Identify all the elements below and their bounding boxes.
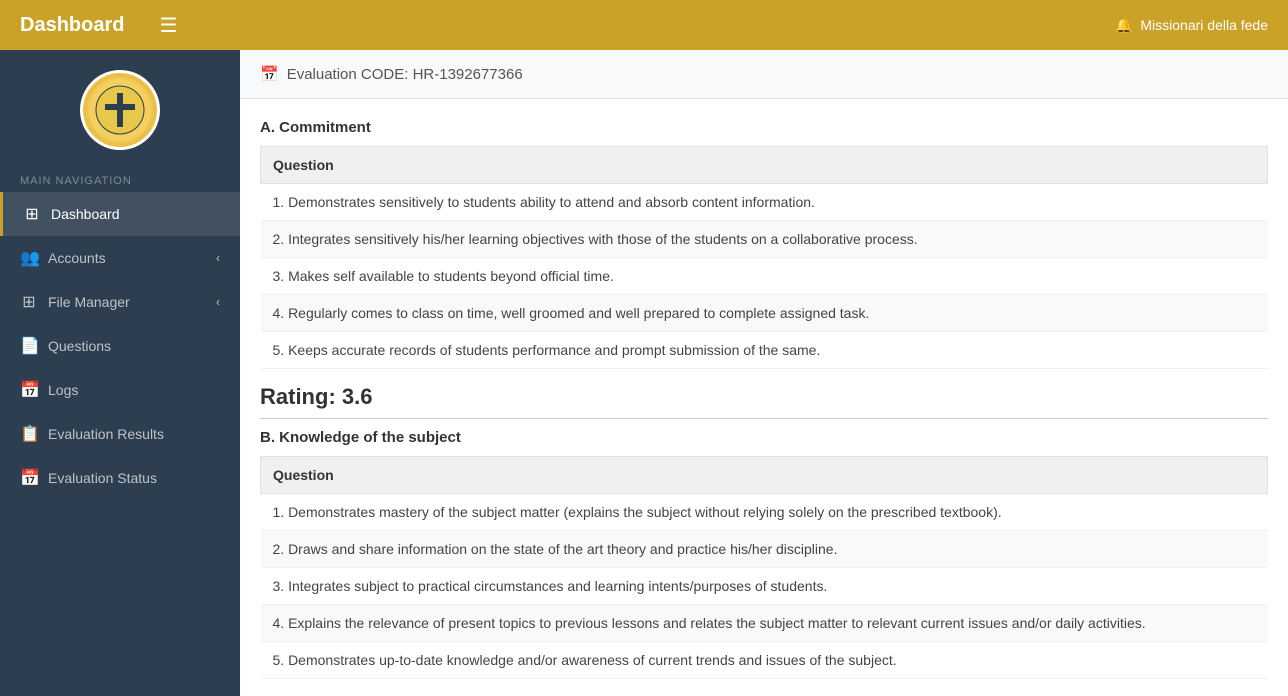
sidebar-item-evaluation-status[interactable]: 📅 Evaluation Status — [0, 456, 240, 500]
section-a-title: A. Commitment — [260, 119, 1268, 136]
table-row: 4. Regularly comes to class on time, wel… — [261, 295, 1268, 332]
table-row: 5. Demonstrates up-to-date knowledge and… — [261, 642, 1268, 679]
question-b1: 1. Demonstrates mastery of the subject m… — [261, 494, 1268, 531]
question-b4: 4. Explains the relevance of present top… — [261, 605, 1268, 642]
sidebar-item-file-manager[interactable]: ⊞ File Manager ‹ — [0, 280, 240, 324]
nav-section-label: MAIN NAVIGATION — [0, 160, 240, 192]
accounts-icon: 👥 — [20, 248, 38, 268]
section-b: B. Knowledge of the subject Question 1. … — [260, 429, 1268, 696]
sidebar-logo — [0, 50, 240, 160]
table-row: 1. Demonstrates mastery of the subject m… — [261, 494, 1268, 531]
content-body: A. Commitment Question 1. Demonstrates s… — [240, 99, 1288, 696]
section-b-table-header: Question — [261, 457, 1268, 494]
section-divider — [260, 418, 1268, 419]
logo-inner — [85, 75, 155, 145]
sidebar-item-accounts[interactable]: 👥 Accounts ‹ — [0, 236, 240, 280]
section-b-table: Question 1. Demonstrates mastery of the … — [260, 456, 1268, 679]
calendar-icon: 📅 — [260, 65, 279, 83]
sidebar-item-label: Questions — [48, 338, 111, 354]
question-a2: 2. Integrates sensitively his/her learni… — [261, 221, 1268, 258]
sidebar-item-label: Evaluation Results — [48, 426, 164, 442]
table-row: 5. Keeps accurate records of students pe… — [261, 332, 1268, 369]
section-a-table-header: Question — [261, 147, 1268, 184]
content-header: 📅 Evaluation CODE: HR-1392677366 — [240, 50, 1288, 99]
section-b-title: B. Knowledge of the subject — [260, 429, 1268, 446]
navbar-brand: Dashboard — [20, 14, 124, 37]
table-row: 3. Makes self available to students beyo… — [261, 258, 1268, 295]
logo-circle — [80, 70, 160, 150]
sidebar-item-label: Logs — [48, 382, 78, 398]
questions-icon: 📄 — [20, 336, 38, 356]
question-a4: 4. Regularly comes to class on time, wel… — [261, 295, 1268, 332]
navbar-user-section: 🔔 Missionari della fede — [1115, 17, 1268, 34]
sidebar-item-evaluation-results[interactable]: 📋 Evaluation Results — [0, 412, 240, 456]
sidebar-item-logs[interactable]: 📅 Logs — [0, 368, 240, 412]
main-content: 📅 Evaluation CODE: HR-1392677366 A. Comm… — [240, 50, 1288, 696]
evaluation-status-icon: 📅 — [20, 468, 38, 488]
table-row: 2. Integrates sensitively his/her learni… — [261, 221, 1268, 258]
question-b3: 3. Integrates subject to practical circu… — [261, 568, 1268, 605]
file-manager-icon: ⊞ — [20, 292, 38, 312]
question-a3: 3. Makes self available to students beyo… — [261, 258, 1268, 295]
navbar: Dashboard ☰ 🔔 Missionari della fede — [0, 0, 1288, 50]
chevron-right-icon: ‹ — [216, 251, 220, 265]
question-a1: 1. Demonstrates sensitively to students … — [261, 184, 1268, 221]
sidebar-item-label: Accounts — [48, 250, 106, 266]
question-b5: 5. Demonstrates up-to-date knowledge and… — [261, 642, 1268, 679]
question-a5: 5. Keeps accurate records of students pe… — [261, 332, 1268, 369]
table-row: 4. Explains the relevance of present top… — [261, 605, 1268, 642]
hamburger-icon[interactable]: ☰ — [159, 13, 177, 38]
layout: MAIN NAVIGATION ⊞ Dashboard 👥 Accounts ‹… — [0, 50, 1288, 696]
sidebar-item-label: Dashboard — [51, 206, 120, 222]
sidebar-item-label: File Manager — [48, 294, 130, 310]
section-a-rating: Rating: 3.6 — [260, 384, 1268, 410]
evaluation-code: Evaluation CODE: HR-1392677366 — [287, 66, 523, 83]
question-b2: 2. Draws and share information on the st… — [261, 531, 1268, 568]
table-row: 3. Integrates subject to practical circu… — [261, 568, 1268, 605]
sidebar-item-label: Evaluation Status — [48, 470, 157, 486]
logo-svg — [95, 85, 145, 135]
evaluation-results-icon: 📋 — [20, 424, 38, 444]
sidebar-item-dashboard[interactable]: ⊞ Dashboard — [0, 192, 240, 236]
section-a: A. Commitment Question 1. Demonstrates s… — [260, 119, 1268, 419]
dashboard-icon: ⊞ — [23, 204, 41, 224]
table-row: 2. Draws and share information on the st… — [261, 531, 1268, 568]
sidebar: MAIN NAVIGATION ⊞ Dashboard 👥 Accounts ‹… — [0, 50, 240, 696]
notification-icon[interactable]: 🔔 — [1115, 17, 1132, 34]
user-name: Missionari della fede — [1140, 17, 1268, 33]
sidebar-item-questions[interactable]: 📄 Questions — [0, 324, 240, 368]
chevron-right-icon: ‹ — [216, 295, 220, 309]
section-a-table: Question 1. Demonstrates sensitively to … — [260, 146, 1268, 369]
table-row: 1. Demonstrates sensitively to students … — [261, 184, 1268, 221]
logs-icon: 📅 — [20, 380, 38, 400]
